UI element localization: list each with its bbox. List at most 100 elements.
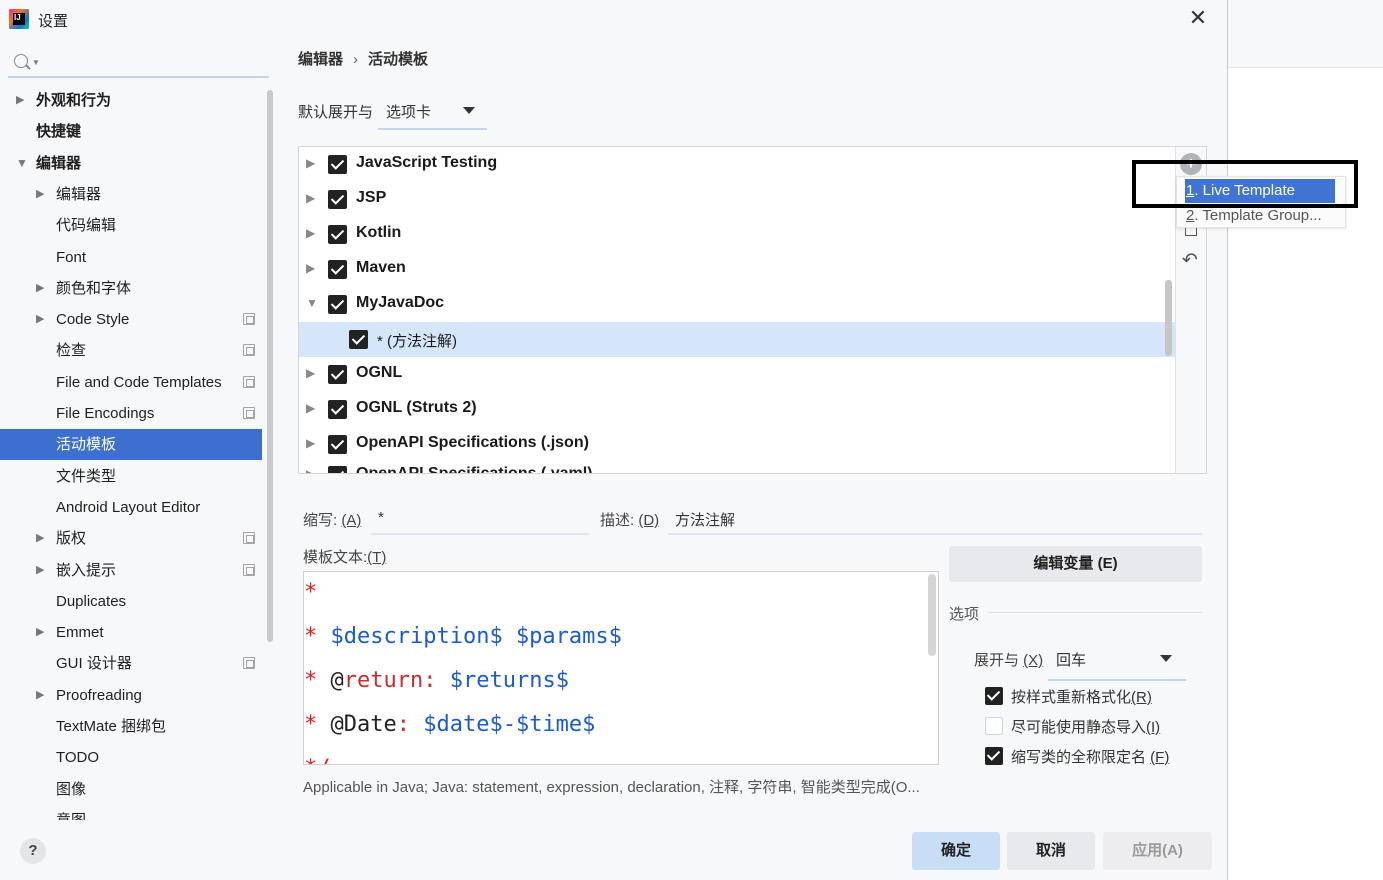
sidebar-item[interactable]: ▶ Code Style	[0, 304, 262, 335]
sidebar-item[interactable]: ▶ 编辑器	[0, 179, 262, 210]
option-checkbox[interactable]	[985, 687, 1003, 705]
sidebar-item[interactable]: ▶ Emmet	[0, 617, 262, 648]
chevron-right-icon[interactable]: ▶	[306, 226, 315, 240]
intellij-app-icon: IJ	[9, 9, 29, 29]
applicable-contexts-link[interactable]: Applicable in Java; Java: statement, exp…	[303, 776, 939, 797]
enabled-checkbox[interactable]	[328, 435, 347, 454]
ok-button[interactable]: 确定	[912, 832, 1000, 870]
option-checkbox-label[interactable]: 缩写类的全称限定名 (F)	[1011, 746, 1169, 767]
chevron-down-icon[interactable]: ▼	[16, 148, 28, 179]
option-checkbox[interactable]	[985, 747, 1003, 765]
undo-icon[interactable]: ↶	[1182, 249, 1198, 272]
sidebar-item-label: TextMate 捆绑包	[56, 718, 167, 735]
chevron-right-icon[interactable]: ▶	[306, 467, 315, 473]
sidebar-item[interactable]: ▶ 外观和行为	[0, 85, 262, 116]
apply-button[interactable]: 应用(A)	[1103, 832, 1212, 870]
chevron-right-icon[interactable]: ▶	[36, 179, 44, 210]
tree-scrollbar[interactable]	[1165, 280, 1172, 356]
description-input[interactable]: 方法注解	[675, 509, 735, 530]
sidebar-item[interactable]: ▶ 版权	[0, 523, 262, 554]
enabled-checkbox[interactable]	[328, 466, 347, 473]
expand-with-select[interactable]: 回车	[1048, 645, 1186, 681]
code-token: return	[343, 668, 424, 693]
sidebar-item[interactable]: 快捷键	[0, 116, 262, 147]
sidebar-item-label: 文件类型	[56, 467, 117, 485]
template-group-row[interactable]: ▶ OpenAPI Specifications (.yaml)	[299, 458, 1175, 473]
sidebar-item-label: 编辑器	[36, 154, 82, 172]
chevron-right-icon[interactable]: ▶	[16, 85, 24, 116]
chevron-right-icon[interactable]: ▶	[36, 617, 44, 648]
template-group-row[interactable]: ▶ OGNL	[299, 357, 1175, 392]
cancel-button[interactable]: 取消	[1007, 832, 1095, 870]
sidebar-item[interactable]: GUI 设计器	[0, 648, 262, 679]
search-options-caret-icon[interactable]: ▼	[32, 58, 40, 67]
chevron-right-icon[interactable]: ▶	[36, 680, 44, 711]
template-group-row[interactable]: ▶ OGNL (Struts 2)	[299, 392, 1175, 427]
template-row[interactable]: * (方法注解)	[299, 322, 1175, 357]
chevron-right-icon[interactable]: ▶	[306, 401, 315, 415]
edit-variables-button[interactable]: 编辑变量 (E)	[949, 546, 1202, 582]
enabled-checkbox[interactable]	[328, 400, 347, 419]
sidebar-item[interactable]: 文件类型	[0, 461, 262, 492]
nav-scrollbar[interactable]	[267, 90, 273, 642]
code-token: *	[304, 580, 318, 605]
enabled-checkbox[interactable]	[328, 190, 347, 209]
default-expand-select[interactable]: 选项卡	[378, 98, 487, 130]
sidebar-item[interactable]: 意图	[0, 805, 262, 820]
template-group-row[interactable]: ▶ JavaScript Testing	[299, 147, 1175, 182]
template-group-row[interactable]: ▶ Maven	[299, 252, 1175, 287]
sidebar-item[interactable]: ▶ 颜色和字体	[0, 273, 262, 304]
sidebar-item[interactable]: Android Layout Editor	[0, 492, 262, 523]
chevron-down-icon[interactable]: ▼	[306, 296, 318, 310]
enabled-checkbox[interactable]	[328, 295, 347, 314]
sidebar-item[interactable]: Font	[0, 242, 262, 273]
template-text-label: 模板文本:(T)	[303, 546, 386, 567]
chevron-right-icon[interactable]: ▶	[306, 436, 315, 450]
chevron-right-icon[interactable]: ▶	[36, 304, 44, 335]
sidebar-item[interactable]: ▼ 编辑器	[0, 148, 262, 179]
option-checkbox-label[interactable]: 尽可能使用静态导入(I)	[1011, 716, 1160, 737]
enabled-checkbox[interactable]	[328, 225, 347, 244]
sidebar-item[interactable]: TODO	[0, 742, 262, 773]
editor-scrollbar[interactable]	[928, 574, 936, 656]
template-group-row[interactable]: ▶ JSP	[299, 182, 1175, 217]
option-checkbox-label[interactable]: 按样式重新格式化(R)	[1011, 686, 1152, 707]
template-row-label: OpenAPI Specifications (.json)	[356, 434, 589, 451]
sidebar-item[interactable]: Duplicates	[0, 586, 262, 617]
chevron-right-icon[interactable]: ▶	[306, 156, 315, 170]
chevron-right-icon[interactable]: ▶	[36, 555, 44, 586]
chevron-right-icon[interactable]: ▶	[306, 191, 315, 205]
enabled-checkbox[interactable]	[328, 260, 347, 279]
option-checkbox[interactable]	[985, 717, 1003, 735]
sidebar-item[interactable]: TextMate 捆绑包	[0, 711, 262, 742]
chevron-right-icon[interactable]: ▶	[306, 366, 315, 380]
sidebar-item[interactable]: ▶ 嵌入提示	[0, 555, 262, 586]
chevron-right-icon[interactable]: ▶	[306, 261, 315, 275]
template-text-editor[interactable]: * * $description$ $params$ * @return: $ret…	[303, 571, 939, 765]
template-group-row[interactable]: ▶ OpenAPI Specifications (.json)	[299, 427, 1175, 462]
code-token: @	[317, 668, 344, 693]
sidebar-item[interactable]: ▶ Proofreading	[0, 680, 262, 711]
chevron-right-icon[interactable]: ▶	[36, 273, 44, 304]
breadcrumb-parent[interactable]: 编辑器	[298, 51, 343, 68]
sidebar-item[interactable]: 代码编辑	[0, 210, 262, 241]
settings-search-input[interactable]: ▼	[8, 48, 269, 78]
template-row-label: JSP	[356, 189, 387, 206]
enabled-checkbox[interactable]	[328, 365, 347, 384]
chevron-right-icon[interactable]: ▶	[36, 523, 44, 554]
sidebar-item[interactable]: 检查	[0, 335, 262, 366]
abbreviation-input[interactable]: *	[378, 509, 384, 526]
sidebar-item[interactable]: File Encodings	[0, 398, 262, 429]
paste-icon[interactable]	[1185, 227, 1197, 236]
sidebar-item[interactable]: File and Code Templates	[0, 367, 262, 398]
close-icon[interactable]: ✕	[1186, 6, 1210, 30]
code-token: $description$ $params$	[330, 624, 622, 649]
enabled-checkbox[interactable]	[328, 155, 347, 174]
sidebar-item[interactable]: 活动模板	[0, 429, 262, 461]
template-group-row[interactable]: ▶ Kotlin	[299, 217, 1175, 252]
code-token: @Date	[317, 712, 397, 737]
sidebar-item[interactable]: 图像	[0, 774, 262, 805]
help-button[interactable]: ?	[20, 838, 46, 864]
template-group-row[interactable]: ▼ MyJavaDoc	[299, 287, 1175, 322]
enabled-checkbox[interactable]	[349, 330, 368, 349]
